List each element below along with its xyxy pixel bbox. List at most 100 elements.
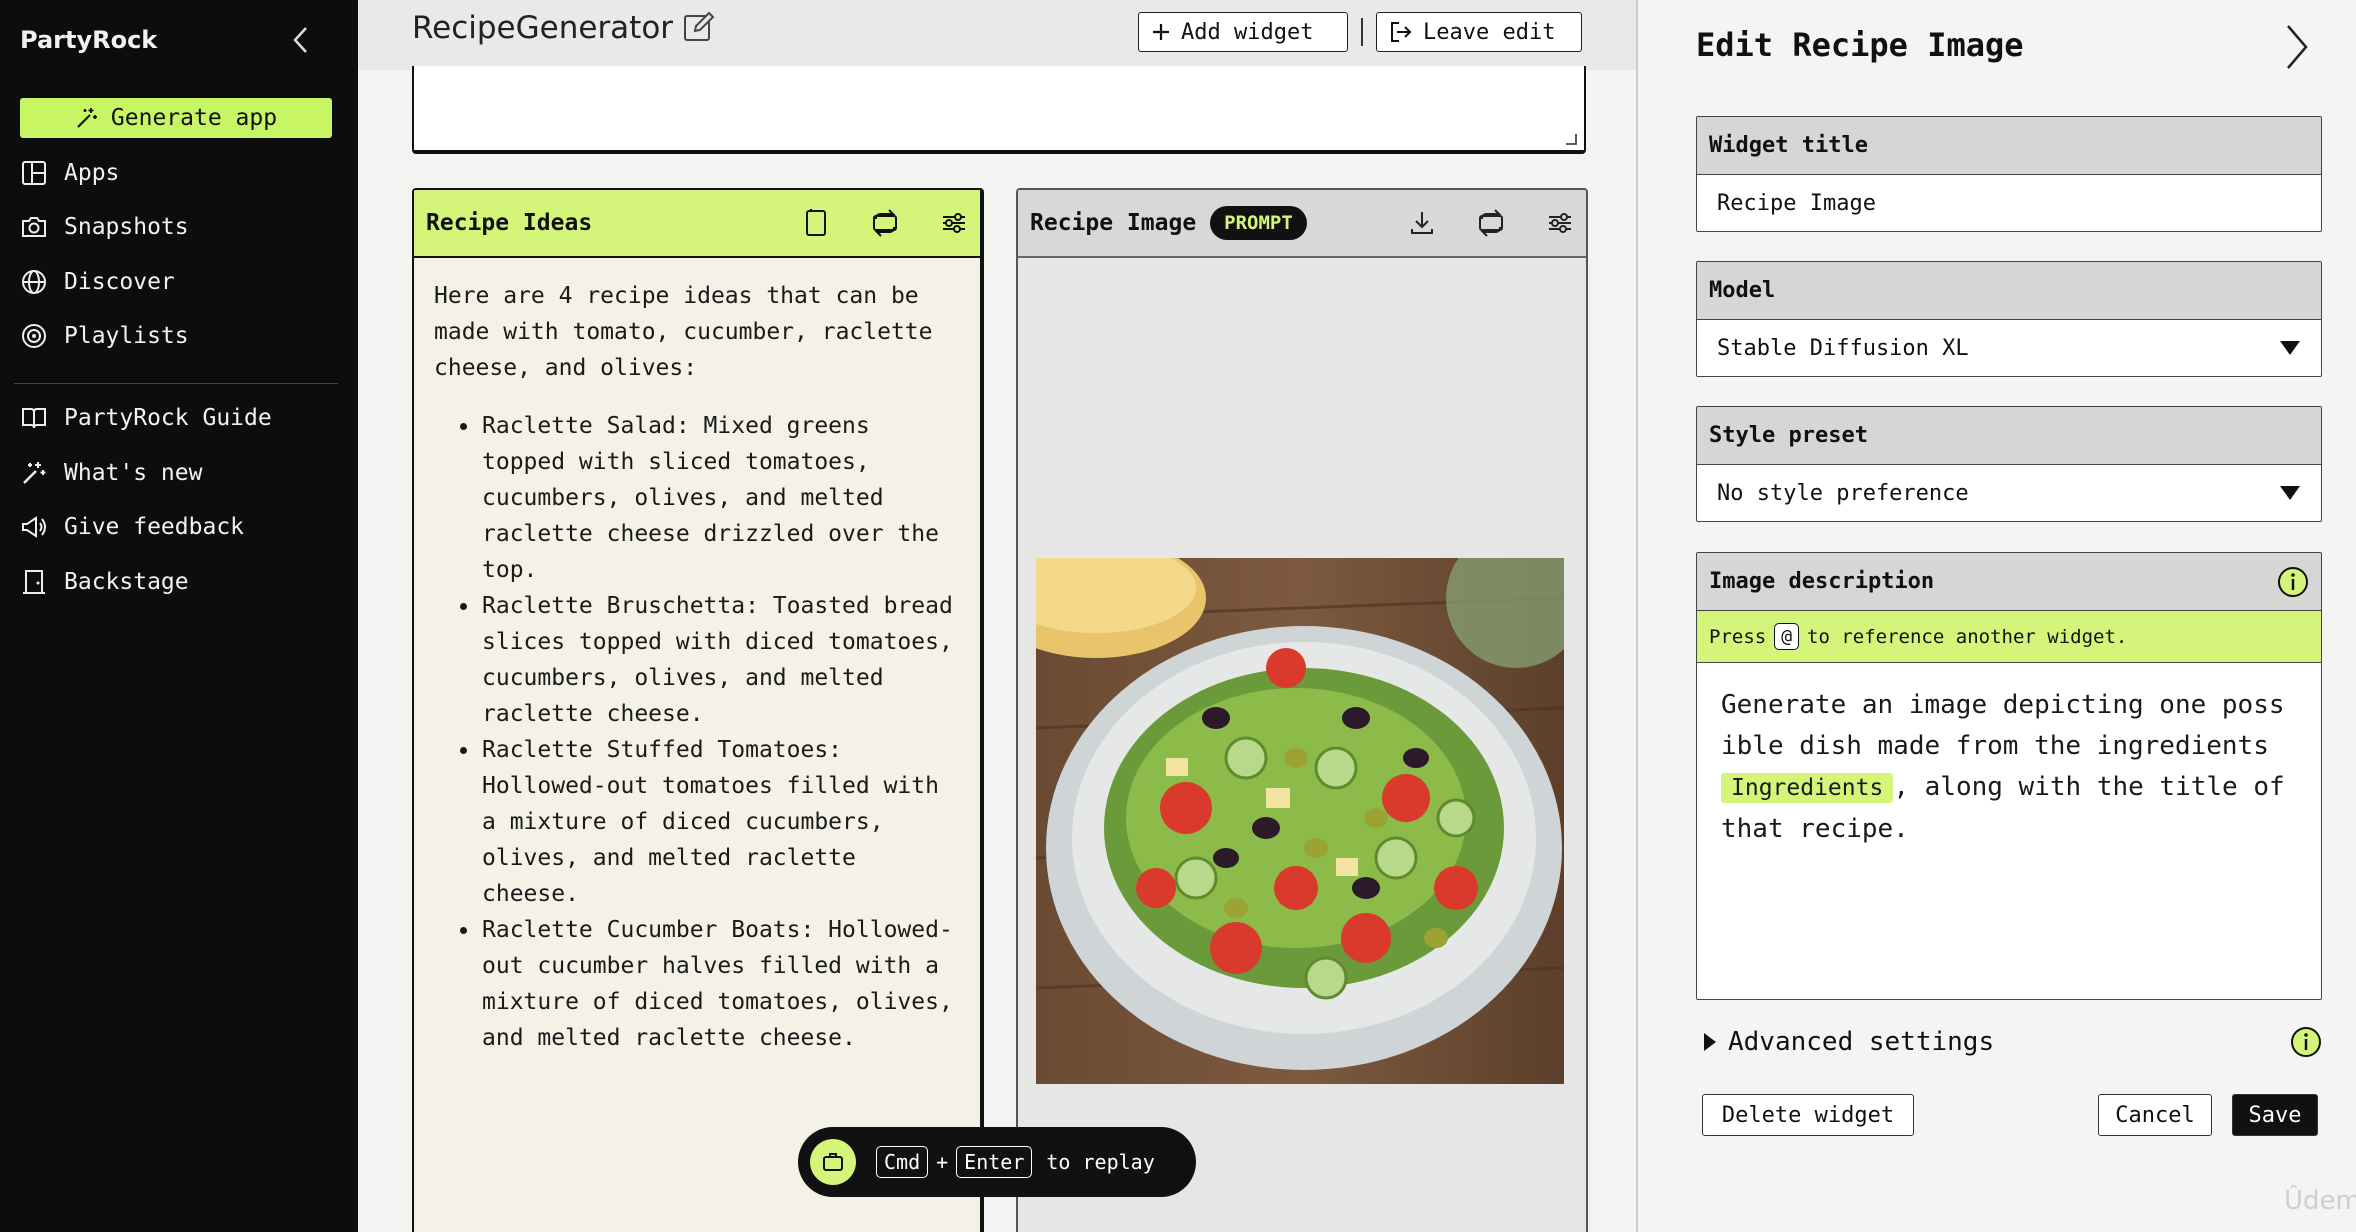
caret-right-icon <box>1704 1033 1716 1051</box>
sidebar-item-label: Give feedback <box>64 514 245 540</box>
generated-recipe-image[interactable] <box>1036 558 1564 1084</box>
sidebar-item-label: What's new <box>64 460 203 486</box>
ideas-intro: Here are 4 recipe ideas that can be made… <box>434 283 933 381</box>
image-description-field: Image description Press @ to reference a… <box>1696 552 2322 1000</box>
ideas-list: Raclette Salad: Mixed greens topped with… <box>480 408 962 1056</box>
sidebar-item-whats-new[interactable]: What's new <box>20 452 340 494</box>
playlist-icon <box>22 324 46 348</box>
briefcase-icon <box>823 1153 843 1171</box>
advanced-settings-row: Advanced settings <box>1702 1027 1994 1057</box>
advanced-label: Advanced settings <box>1728 1027 1995 1057</box>
info-icon[interactable] <box>2290 1026 2322 1058</box>
replay-button[interactable] <box>810 1139 856 1185</box>
replay-label: to replay <box>1046 1150 1155 1174</box>
sidebar-item-snapshots[interactable]: Snapshots <box>20 206 340 248</box>
sidebar-item-label: PartyRock Guide <box>64 405 272 431</box>
edit-icon <box>684 11 715 41</box>
copy-icon[interactable] <box>802 208 830 238</box>
style-value: No style preference <box>1717 480 1969 506</box>
settings-sliders-icon[interactable] <box>1546 209 1574 237</box>
desc-text: Generate an image depicting one possible… <box>1721 690 2285 761</box>
sidebar-item-guide[interactable]: PartyRock Guide <box>20 397 340 439</box>
at-key: @ <box>1774 623 1800 650</box>
delete-widget-button[interactable]: Delete widget <box>1702 1094 1914 1136</box>
model-value: Stable Diffusion XL <box>1717 335 1969 361</box>
plus-sign: + <box>936 1150 949 1174</box>
sidebar-item-label: Backstage <box>64 569 189 595</box>
add-widget-label: Add widget <box>1181 19 1314 45</box>
panel-title: Edit Recipe Image <box>1696 26 2024 64</box>
camera-icon <box>22 217 46 237</box>
dropdown-arrow-icon <box>2280 341 2300 355</box>
magic-wand-icon <box>77 108 97 128</box>
regenerate-icon[interactable] <box>1476 208 1506 238</box>
generate-app-button[interactable]: Generate app <box>20 98 332 138</box>
leave-edit-label: Leave edit <box>1423 19 1556 45</box>
image-description-textarea[interactable]: Generate an image depicting one possible… <box>1697 663 2321 872</box>
settings-sliders-icon[interactable] <box>940 209 968 237</box>
regenerate-icon[interactable] <box>870 208 900 238</box>
info-icon[interactable] <box>2277 566 2309 598</box>
backstage-icon <box>23 570 45 594</box>
chevron-right-icon <box>2287 25 2308 69</box>
sidebar: PartyRock Generate app Apps Snapshots Di… <box>0 0 358 1232</box>
sidebar-item-playlists[interactable]: Playlists <box>20 315 340 357</box>
book-icon <box>22 408 46 429</box>
cancel-button[interactable]: Cancel <box>2098 1094 2212 1136</box>
list-item: Raclette Stuffed Tomatoes: Hollowed-out … <box>480 732 962 912</box>
style-preset-field: Style preset No style preference <box>1696 406 2322 522</box>
recipe-image-header: Recipe Image PROMPT <box>1018 190 1586 258</box>
widget-title: Recipe Image <box>1030 210 1197 236</box>
app-title[interactable]: RecipeGenerator <box>412 10 673 46</box>
recipe-ideas-widget: Recipe Ideas Here are 4 recipe ideas tha… <box>412 188 984 1232</box>
sidebar-item-apps[interactable]: Apps <box>20 152 340 194</box>
generate-app-label: Generate app <box>110 105 278 131</box>
list-item: Raclette Bruschetta: Toasted bread slice… <box>480 588 962 732</box>
widget-title-input[interactable]: Recipe Image <box>1697 175 2321 231</box>
watermark: Ûdemy <box>2284 1186 2356 1216</box>
sparkle-icon <box>23 462 46 484</box>
advanced-settings-toggle[interactable]: Advanced settings <box>1702 1026 2322 1058</box>
plus-icon <box>1153 24 1169 40</box>
ingredients-reference-chip[interactable]: Ingredients <box>1721 773 1894 803</box>
model-field: Model Stable Diffusion XL <box>1696 261 2322 377</box>
sidebar-item-label: Playlists <box>64 323 189 349</box>
resize-handle-icon <box>1566 134 1577 145</box>
exit-icon <box>1391 22 1412 42</box>
leave-edit-button[interactable]: Leave edit <box>1376 12 1582 52</box>
list-item: Raclette Salad: Mixed greens topped with… <box>480 408 962 588</box>
add-widget-button[interactable]: Add widget <box>1138 12 1348 52</box>
hint-text: to reference another widget. <box>1807 625 2128 648</box>
sidebar-item-backstage[interactable]: Backstage <box>20 561 340 603</box>
widget-title: Recipe Ideas <box>426 210 593 236</box>
recipe-ideas-header: Recipe Ideas <box>414 190 980 258</box>
save-button[interactable]: Save <box>2232 1094 2318 1136</box>
sidebar-item-label: Discover <box>64 269 175 295</box>
sidebar-item-feedback[interactable]: Give feedback <box>20 506 340 548</box>
style-preset-select[interactable]: No style preference <box>1697 465 2321 521</box>
desc-label: Image description <box>1709 569 1935 594</box>
field-label: Image description <box>1697 553 2321 611</box>
sidebar-divider <box>14 383 338 384</box>
apps-icon <box>22 161 46 185</box>
close-panel-button[interactable] <box>2280 22 2312 76</box>
download-icon[interactable] <box>1408 209 1436 237</box>
model-select[interactable]: Stable Diffusion XL <box>1697 320 2321 376</box>
list-item: Raclette Cucumber Boats: Hollowed-out cu… <box>480 912 962 1056</box>
brand-logo[interactable]: PartyRock <box>20 26 157 54</box>
previous-widget-textarea[interactable] <box>412 66 1586 154</box>
chevron-left-icon <box>293 27 307 53</box>
sidebar-item-label: Apps <box>64 160 120 186</box>
dropdown-arrow-icon <box>2280 486 2300 500</box>
prompt-badge: PROMPT <box>1210 206 1307 240</box>
cmd-key: Cmd <box>876 1146 929 1178</box>
salad-illustration <box>1036 558 1564 1084</box>
recipe-ideas-content: Here are 4 recipe ideas that can be made… <box>414 258 980 1056</box>
hint-press: Press <box>1709 625 1767 648</box>
sidebar-item-discover[interactable]: Discover <box>20 261 340 303</box>
toolbar-separator <box>1361 18 1363 46</box>
collapse-sidebar-button[interactable] <box>286 22 316 58</box>
field-label: Widget title <box>1697 117 2321 175</box>
field-label: Model <box>1697 262 2321 320</box>
edit-title-button[interactable] <box>682 10 716 48</box>
